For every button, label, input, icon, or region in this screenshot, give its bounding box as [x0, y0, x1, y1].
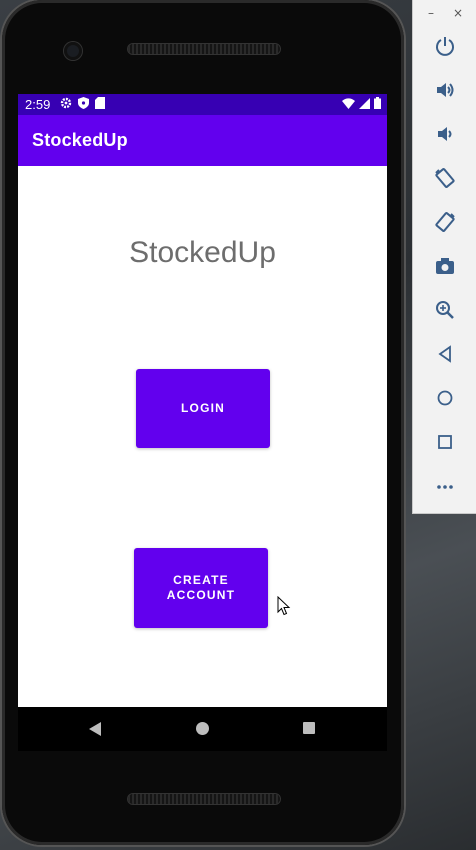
back-icon[interactable] [433, 342, 457, 366]
bottom-speaker [128, 794, 280, 804]
create-account-label-line2: ACCOUNT [166, 588, 236, 602]
emulator-toolbar: – × [412, 0, 476, 514]
settings-icon [60, 97, 72, 109]
login-button[interactable]: LOGIN [136, 369, 270, 448]
nav-home-icon[interactable] [196, 722, 209, 735]
status-time: 2:59 [25, 97, 51, 112]
nav-overview-icon[interactable] [303, 722, 315, 734]
top-speaker [128, 44, 280, 54]
rotate-left-icon[interactable] [433, 166, 457, 190]
shield-icon [78, 97, 89, 109]
device-screen: 2:59 StockedUp StockedUp LOGIN CREATE AC… [18, 94, 387, 707]
home-icon[interactable] [433, 386, 457, 410]
nav-back-icon[interactable] [89, 722, 101, 736]
main-content: StockedUp LOGIN CREATE ACCOUNT [18, 166, 387, 707]
camera-icon[interactable] [433, 254, 457, 278]
wifi-icon [342, 97, 355, 109]
phone-frame: 2:59 StockedUp StockedUp LOGIN CREATE AC… [2, 0, 404, 845]
app-bar: StockedUp [18, 115, 387, 166]
app-name-heading: StockedUp [129, 236, 276, 269]
login-button-label: LOGIN [181, 401, 225, 415]
signal-icon [359, 97, 370, 109]
overview-icon[interactable] [433, 430, 457, 454]
minimize-button[interactable]: – [428, 6, 434, 20]
create-account-label-line1: CREATE [173, 573, 229, 587]
close-button[interactable]: × [453, 6, 463, 20]
power-icon[interactable] [433, 34, 457, 58]
create-account-button[interactable]: CREATE ACCOUNT [134, 548, 268, 628]
mouse-cursor-icon [277, 596, 291, 616]
front-camera [64, 42, 82, 60]
volume-up-icon[interactable] [433, 78, 457, 102]
app-bar-title: StockedUp [32, 130, 128, 150]
battery-icon [374, 97, 381, 109]
more-icon[interactable] [433, 474, 457, 498]
navigation-bar [18, 707, 387, 751]
rotate-right-icon[interactable] [433, 210, 457, 234]
volume-down-icon[interactable] [433, 122, 457, 146]
sd-card-icon [95, 97, 105, 109]
status-bar: 2:59 [18, 94, 387, 115]
zoom-icon[interactable] [433, 298, 457, 322]
